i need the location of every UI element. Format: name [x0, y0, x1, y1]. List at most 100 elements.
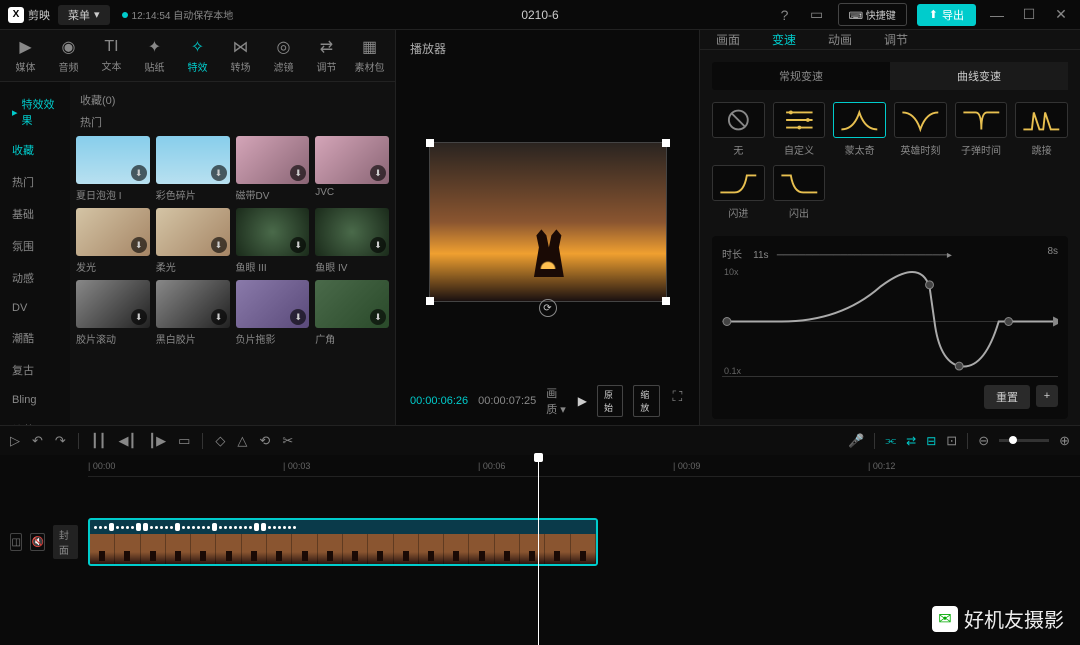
category-氛围[interactable]: 氛围 — [0, 230, 70, 262]
resize-handle[interactable] — [426, 297, 434, 305]
preview-icon[interactable]: ⊡ — [946, 433, 957, 449]
asset-tab-特效[interactable]: ✧特效 — [176, 30, 219, 81]
preset-闪出[interactable]: 闪出 — [773, 165, 826, 220]
mic-icon[interactable]: 🎤 — [848, 433, 864, 449]
asset-tab-素材包[interactable]: ▦素材包 — [348, 30, 391, 81]
minimize-icon[interactable]: — — [986, 4, 1008, 26]
speed-mode-0[interactable]: 常规变速 — [712, 62, 890, 90]
category-复古[interactable]: 复古 — [0, 354, 70, 386]
delete-right-icon[interactable]: ┃▶ — [148, 433, 166, 449]
property-tab-变速[interactable]: 变速 — [756, 30, 812, 49]
crop-icon[interactable]: ✂ — [282, 433, 293, 449]
cover-label[interactable]: 封面 — [53, 525, 78, 559]
zoom-slider[interactable] — [999, 439, 1049, 442]
track-mute-icon[interactable]: 🔇 — [30, 533, 44, 551]
original-ratio-button[interactable]: 原始 — [597, 385, 623, 417]
graph-canvas[interactable]: 10x 0.1x — [722, 267, 1058, 377]
category-潮酷[interactable]: 潮酷 — [0, 322, 70, 354]
shortcut-button[interactable]: ⌨ 快捷键 — [838, 3, 907, 26]
download-icon[interactable]: ⬇ — [211, 237, 227, 253]
rotate-icon[interactable]: ⟲ — [259, 433, 270, 449]
category-动感[interactable]: 动感 — [0, 262, 70, 294]
delete-icon[interactable]: ▭ — [178, 433, 190, 449]
category-Bling[interactable]: Bling — [0, 386, 70, 414]
menu-button[interactable]: 菜单▾ — [58, 5, 110, 25]
download-icon[interactable]: ⬇ — [290, 237, 306, 253]
preset-子弹时间[interactable]: 子弹时间 — [955, 102, 1008, 157]
mirror-icon[interactable]: △ — [237, 433, 247, 449]
magnet-icon[interactable]: ⫘ — [885, 433, 896, 448]
preset-英雄时刻[interactable]: 英雄时刻 — [894, 102, 947, 157]
category-DV[interactable]: DV — [0, 294, 70, 322]
effect-item[interactable]: ⬇鱼眼 IV — [315, 208, 389, 274]
effect-item[interactable]: ⬇柔光 — [156, 208, 230, 274]
play-button[interactable]: ▶ — [578, 394, 587, 408]
zoom-in-icon[interactable]: ⊕ — [1059, 433, 1070, 449]
video-clip[interactable] — [88, 518, 598, 566]
download-icon[interactable]: ⬇ — [290, 165, 306, 181]
quality-selector[interactable]: 画质 ▾ — [546, 385, 567, 417]
property-tab-动画[interactable]: 动画 — [812, 30, 868, 49]
effect-item[interactable]: ⬇JVC — [315, 136, 389, 202]
asset-tab-贴纸[interactable]: ✦贴纸 — [133, 30, 176, 81]
track-toggle-icon[interactable]: ◫ — [10, 533, 22, 551]
effect-item[interactable]: ⬇彩色碎片 — [156, 136, 230, 202]
resize-handle[interactable] — [426, 139, 434, 147]
effect-item[interactable]: ⬇黑白胶片 — [156, 280, 230, 346]
preset-跳接[interactable]: 跳接 — [1015, 102, 1068, 157]
preset-自定义[interactable]: 自定义 — [773, 102, 826, 157]
split-icon[interactable]: ┃┃ — [91, 433, 107, 449]
asset-tab-转场[interactable]: ⋈转场 — [219, 30, 262, 81]
effect-item[interactable]: ⬇胶片滚动 — [76, 280, 150, 346]
zoom-out-icon[interactable]: ⊖ — [978, 433, 989, 449]
asset-tab-滤镜[interactable]: ◎滤镜 — [262, 30, 305, 81]
maximize-icon[interactable]: ☐ — [1018, 4, 1040, 26]
speed-mode-1[interactable]: 曲线变速 — [890, 62, 1068, 90]
snap-icon[interactable]: ⊟ — [926, 434, 936, 448]
download-icon[interactable]: ⬇ — [290, 309, 306, 325]
export-button[interactable]: ⬆ 导出 — [917, 4, 976, 26]
preset-闪进[interactable]: 闪进 — [712, 165, 765, 220]
fullscreen-icon[interactable]: ⛶ — [670, 385, 685, 407]
preset-蒙太奇[interactable]: 蒙太奇 — [833, 102, 886, 157]
effect-item[interactable]: ⬇负片拖影 — [236, 280, 310, 346]
add-point-button[interactable]: + — [1036, 385, 1058, 407]
asset-tab-文本[interactable]: TI文本 — [90, 30, 133, 81]
asset-tab-音频[interactable]: ◉音频 — [47, 30, 90, 81]
resize-handle[interactable] — [662, 297, 670, 305]
video-preview[interactable] — [429, 142, 667, 302]
download-icon[interactable]: ⬇ — [211, 165, 227, 181]
preset-无[interactable]: 无 — [712, 102, 765, 157]
asset-tab-媒体[interactable]: ▶媒体 — [4, 30, 47, 81]
undo-icon[interactable]: ↶ — [32, 433, 43, 449]
asset-tab-调节[interactable]: ⇄调节 — [305, 30, 348, 81]
download-icon[interactable]: ⬇ — [370, 309, 386, 325]
effect-item[interactable]: ⬇发光 — [76, 208, 150, 274]
category-收藏[interactable]: 收藏 — [0, 134, 70, 166]
effect-item[interactable]: ⬇广角 — [315, 280, 389, 346]
link-icon[interactable]: ⇄ — [906, 434, 916, 448]
redo-icon[interactable]: ↷ — [55, 433, 66, 449]
property-tab-画面[interactable]: 画面 — [700, 30, 756, 49]
category-热门[interactable]: 热门 — [0, 166, 70, 198]
download-icon[interactable]: ⬇ — [131, 237, 147, 253]
refresh-icon[interactable]: ⟳ — [539, 299, 557, 317]
download-icon[interactable]: ⬇ — [370, 165, 386, 181]
category-基础[interactable]: 基础 — [0, 198, 70, 230]
scale-button[interactable]: 缩放 — [633, 385, 659, 417]
time-ruler[interactable]: | 00:00| 00:03| 00:06| 00:09| 00:12 — [88, 459, 1080, 477]
download-icon[interactable]: ⬇ — [370, 237, 386, 253]
select-tool-icon[interactable]: ▷ — [10, 433, 20, 449]
delete-left-icon[interactable]: ◀┃ — [118, 433, 136, 449]
effect-item[interactable]: ⬇鱼眼 III — [236, 208, 310, 274]
category-综艺[interactable]: 综艺 — [0, 414, 70, 425]
layout-icon[interactable]: ▭ — [806, 4, 828, 26]
timeline[interactable]: | 00:00| 00:03| 00:06| 00:09| 00:12 ◫ 🔇 … — [0, 455, 1080, 645]
property-tab-调节[interactable]: 调节 — [868, 30, 924, 49]
close-icon[interactable]: ✕ — [1050, 4, 1072, 26]
download-icon[interactable]: ⬇ — [131, 309, 147, 325]
effect-item[interactable]: ⬇磁带DV — [236, 136, 310, 202]
resize-handle[interactable] — [662, 139, 670, 147]
download-icon[interactable]: ⬇ — [131, 165, 147, 181]
playhead[interactable] — [538, 455, 539, 645]
